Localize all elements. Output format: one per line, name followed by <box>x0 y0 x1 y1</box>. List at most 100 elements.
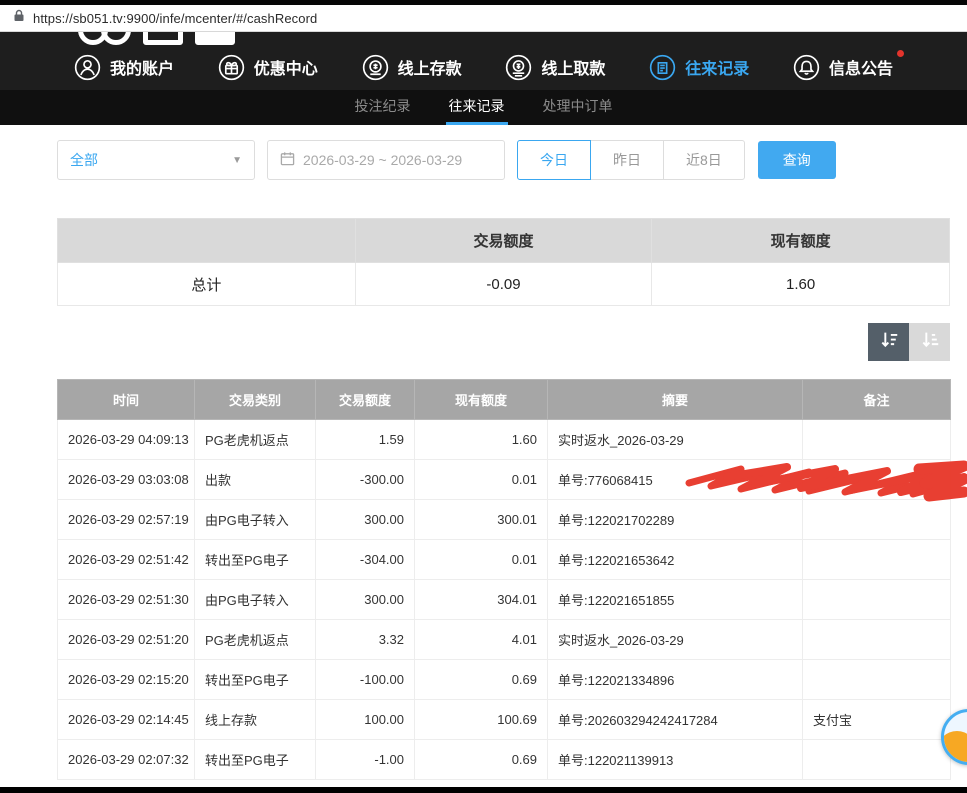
cell-amount: 300.00 <box>316 580 415 620</box>
cell-amount: 1.59 <box>316 420 415 460</box>
cell-amount: -304.00 <box>316 540 415 580</box>
cell-amount: 3.32 <box>316 620 415 660</box>
cell-type: PG老虎机返点 <box>195 420 316 460</box>
cell-time: 2026-03-29 02:51:30 <box>58 580 195 620</box>
date-range-input[interactable]: 2026-03-29 ~ 2026-03-29 <box>267 140 505 180</box>
records-table: 时间 交易类别 交易额度 现有额度 摘要 备注 2026-03-29 04:09… <box>57 379 951 780</box>
cell-time: 2026-03-29 02:14:45 <box>58 700 195 740</box>
summary-table: 交易额度 现有额度 总计 -0.09 1.60 <box>57 218 950 306</box>
site-header: 我的账户 优惠中心 线上存款 线上取款 往来记录 <box>0 32 967 90</box>
cell-remark <box>803 620 951 660</box>
cell-balance: 0.01 <box>415 540 548 580</box>
main-nav: 我的账户 优惠中心 线上存款 线上取款 往来记录 <box>0 44 967 90</box>
sort-ascending-button[interactable] <box>909 323 950 361</box>
filter-row: 全部 ▼ 2026-03-29 ~ 2026-03-29 今日 昨日 近8日 查… <box>57 140 950 180</box>
yesterday-button[interactable]: 昨日 <box>590 140 664 180</box>
table-row: 2026-03-29 04:09:13 PG老虎机返点 1.59 1.60 实时… <box>58 420 951 460</box>
table-row: 2026-03-29 02:07:32 转出至PG电子 -1.00 0.69 单… <box>58 740 951 780</box>
cell-balance: 4.01 <box>415 620 548 660</box>
sort-controls <box>57 323 950 361</box>
cell-summary: 单号:122021651855 <box>548 580 803 620</box>
cell-balance: 1.60 <box>415 420 548 460</box>
cell-remark <box>803 660 951 700</box>
summary-transaction-total: -0.09 <box>355 263 652 306</box>
nav-item-my-account[interactable]: 我的账户 <box>74 54 174 81</box>
url-text[interactable]: https://sb051.tv:9900/infe/mcenter/#/cas… <box>33 11 317 26</box>
cell-balance: 304.01 <box>415 580 548 620</box>
cell-remark <box>803 580 951 620</box>
cell-balance: 300.01 <box>415 500 548 540</box>
type-select[interactable]: 全部 ▼ <box>57 140 255 180</box>
cell-time: 2026-03-29 02:51:42 <box>58 540 195 580</box>
summary-header-balance: 现有额度 <box>652 219 950 263</box>
window-bottom-strip <box>0 787 967 793</box>
nav-item-label: 我的账户 <box>110 55 174 79</box>
cell-summary: 实时返水_2026-03-29 <box>548 420 803 460</box>
col-header-balance: 现有额度 <box>415 380 548 420</box>
bell-icon <box>793 54 820 81</box>
cell-remark <box>803 420 951 460</box>
browser-address-bar[interactable]: https://sb051.tv:9900/infe/mcenter/#/cas… <box>0 5 967 32</box>
calendar-icon <box>280 151 295 169</box>
cell-summary: 实时返水_2026-03-29 <box>548 620 803 660</box>
tab-label: 投注纪录 <box>355 96 411 116</box>
cell-summary: 单号:122021139913 <box>548 740 803 780</box>
summary-balance-total: 1.60 <box>652 263 950 306</box>
lock-icon <box>13 9 25 27</box>
table-row: 2026-03-29 02:57:19 由PG电子转入 300.00 300.0… <box>58 500 951 540</box>
col-header-time: 时间 <box>58 380 195 420</box>
nav-item-transaction-records[interactable]: 往来记录 <box>649 54 749 81</box>
sort-descending-button[interactable] <box>868 323 909 361</box>
cell-amount: 300.00 <box>316 500 415 540</box>
cell-time: 2026-03-29 04:09:13 <box>58 420 195 460</box>
date-range-value: 2026-03-29 ~ 2026-03-29 <box>303 152 462 168</box>
summary-header-empty <box>58 219 356 263</box>
cell-balance: 100.69 <box>415 700 548 740</box>
cell-amount: -1.00 <box>316 740 415 780</box>
nav-item-label: 线上存款 <box>398 55 462 79</box>
table-row: 2026-03-29 02:51:30 由PG电子转入 300.00 304.0… <box>58 580 951 620</box>
nav-item-announcements[interactable]: 信息公告 <box>793 54 893 81</box>
records-icon <box>649 54 676 81</box>
user-icon <box>74 54 101 81</box>
col-header-amount: 交易额度 <box>316 380 415 420</box>
nav-item-promotions[interactable]: 优惠中心 <box>218 54 318 81</box>
cell-type: 线上存款 <box>195 700 316 740</box>
nav-item-deposit[interactable]: 线上存款 <box>362 54 462 81</box>
tab-label: 处理中订单 <box>543 96 613 116</box>
records-header-row: 时间 交易类别 交易额度 现有额度 摘要 备注 <box>58 380 951 420</box>
tab-label: 往来记录 <box>449 96 505 116</box>
today-button[interactable]: 今日 <box>517 140 591 180</box>
cell-balance: 0.69 <box>415 660 548 700</box>
cell-remark <box>803 540 951 580</box>
gift-icon <box>218 54 245 81</box>
sort-ascending-icon <box>919 329 941 356</box>
nav-item-withdraw[interactable]: 线上取款 <box>505 54 605 81</box>
table-row: 2026-03-29 03:03:08 出款 -300.00 0.01 单号:7… <box>58 460 951 500</box>
main-content: 全部 ▼ 2026-03-29 ~ 2026-03-29 今日 昨日 近8日 查… <box>57 125 950 780</box>
cell-time: 2026-03-29 02:57:19 <box>58 500 195 540</box>
chevron-down-icon: ▼ <box>232 155 242 166</box>
cell-type: 由PG电子转入 <box>195 500 316 540</box>
last-8-days-button[interactable]: 近8日 <box>663 140 745 180</box>
cell-remark <box>803 500 951 540</box>
notification-dot <box>897 50 904 57</box>
col-header-summary: 摘要 <box>548 380 803 420</box>
cell-summary: 单号:122021653642 <box>548 540 803 580</box>
cell-time: 2026-03-29 02:07:32 <box>58 740 195 780</box>
nav-item-label: 信息公告 <box>829 55 893 79</box>
cell-type: 转出至PG电子 <box>195 740 316 780</box>
cell-amount: 100.00 <box>316 700 415 740</box>
cell-summary: 单号:202603294242417284 <box>548 700 803 740</box>
tab-processing-orders[interactable]: 处理中订单 <box>540 90 616 125</box>
records-table-body: 2026-03-29 04:09:13 PG老虎机返点 1.59 1.60 实时… <box>58 420 951 780</box>
tab-betting-records[interactable]: 投注纪录 <box>352 90 414 125</box>
cell-type: 出款 <box>195 460 316 500</box>
cell-time: 2026-03-29 02:51:20 <box>58 620 195 660</box>
cell-type: 由PG电子转入 <box>195 580 316 620</box>
nav-item-label: 线上取款 <box>541 55 605 79</box>
cell-amount: -100.00 <box>316 660 415 700</box>
tab-transaction-records[interactable]: 往来记录 <box>446 90 508 125</box>
cell-balance: 0.69 <box>415 740 548 780</box>
query-button[interactable]: 查询 <box>758 141 836 179</box>
